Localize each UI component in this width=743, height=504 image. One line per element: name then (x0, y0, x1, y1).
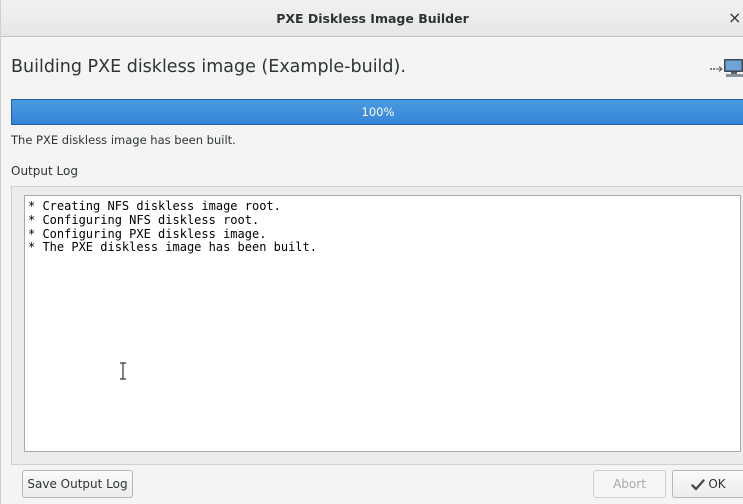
close-button[interactable]: × (728, 8, 743, 28)
save-output-log-button[interactable]: Save Output Log (22, 470, 133, 498)
log-line: * The PXE diskless image has been built. (28, 240, 317, 255)
abort-button[interactable]: Abort (593, 470, 666, 498)
ok-button[interactable]: OK (672, 470, 743, 498)
progress-bar: 100% (11, 99, 743, 125)
output-log-label: Output Log (11, 164, 78, 178)
ok-check-icon (691, 478, 706, 490)
log-line: * Creating NFS diskless image root. (28, 199, 281, 213)
dialog-content: Building PXE diskless image (Example-bui… (1, 37, 743, 504)
window-title: PXE Diskless Image Builder (276, 11, 469, 26)
page-title: Building PXE diskless image (Example-bui… (11, 57, 406, 77)
network-computer-icon (710, 59, 743, 77)
progress-label: 100% (361, 105, 395, 119)
status-text: The PXE diskless image has been built. (11, 133, 236, 147)
text-cursor-icon (120, 362, 126, 380)
log-line: * Configuring PXE diskless image. (28, 226, 267, 241)
title-bar[interactable]: PXE Diskless Image Builder × (1, 0, 743, 37)
ok-button-label: OK (708, 477, 726, 491)
dialog-window: PXE Diskless Image Builder × Building PX… (0, 0, 743, 504)
log-line: * Configuring NFS diskless root. (28, 212, 260, 227)
output-log-textarea[interactable]: * Creating NFS diskless image root. * Con… (24, 195, 741, 452)
